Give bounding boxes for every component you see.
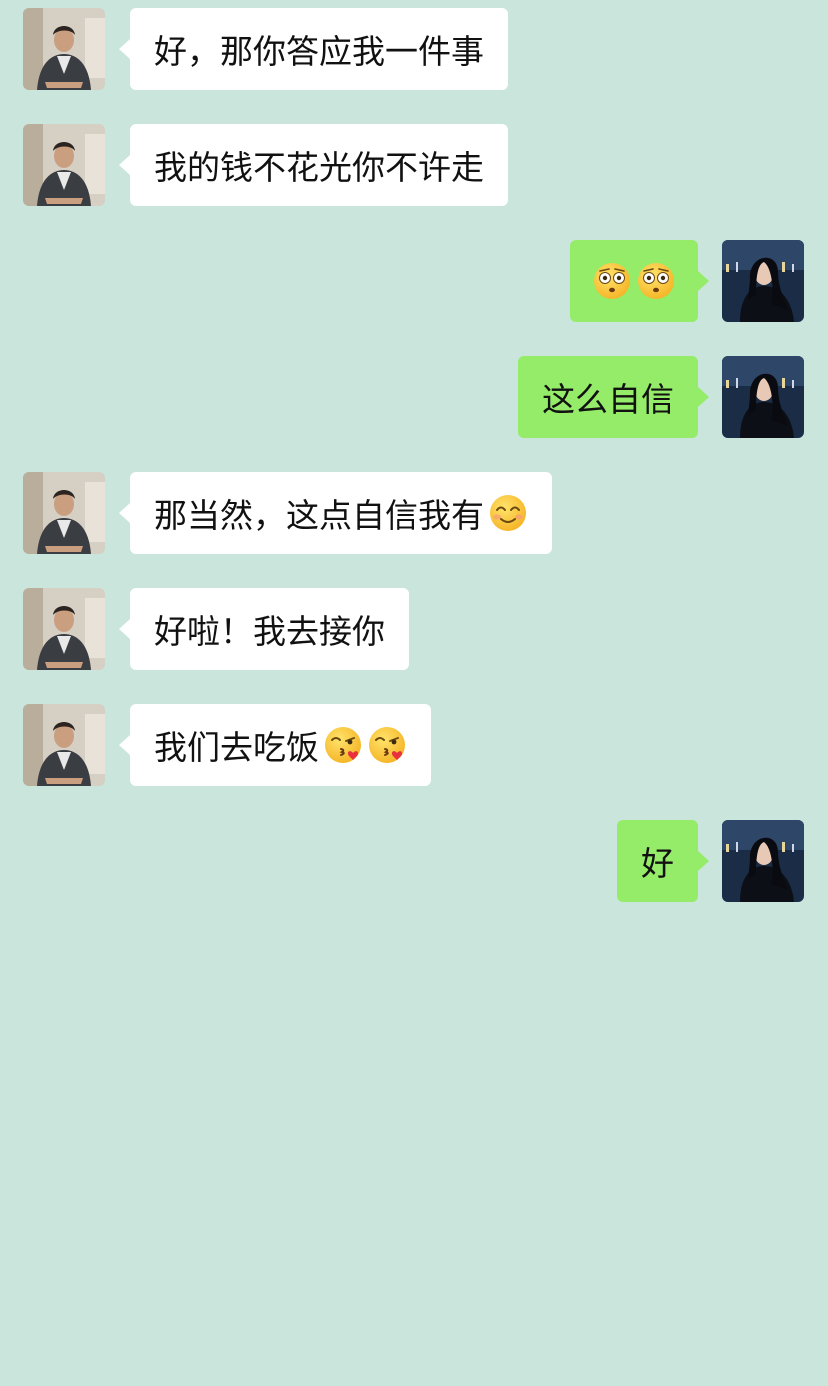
user-avatar[interactable] [722, 356, 804, 438]
message-row [0, 240, 828, 322]
message-bubble-incoming[interactable]: 我们去吃饭 [119, 704, 431, 786]
contact-avatar[interactable] [23, 588, 105, 670]
message-text: 好，那你答应我一件事 [154, 32, 484, 71]
message-row: 好 [0, 820, 828, 902]
message-text: 我的钱不花光你不许走 [154, 148, 484, 187]
message-bubble-incoming[interactable]: 那当然，这点自信我有 [119, 472, 552, 554]
smiling-face-icon [488, 493, 528, 533]
message-bubble-outgoing[interactable]: 这么自信 [518, 356, 709, 438]
message-bubble-incoming[interactable]: 我的钱不花光你不许走 [119, 124, 508, 206]
message-row: 好啦！我去接你 [0, 588, 828, 670]
message-bubble-incoming[interactable]: 好啦！我去接你 [119, 588, 409, 670]
contact-avatar[interactable] [23, 124, 105, 206]
contact-avatar[interactable] [23, 704, 105, 786]
user-avatar[interactable] [722, 240, 804, 322]
contact-avatar[interactable] [23, 472, 105, 554]
face-blowing-kiss-icon [367, 725, 407, 765]
message-row: 我的钱不花光你不许走 [0, 124, 828, 206]
user-avatar[interactable] [722, 820, 804, 902]
message-row: 我们去吃饭 [0, 704, 828, 786]
message-bubble-outgoing[interactable]: 好 [617, 820, 709, 902]
flushed-face-icon [592, 261, 632, 301]
face-blowing-kiss-icon [323, 725, 363, 765]
contact-avatar[interactable] [23, 8, 105, 90]
message-text: 我们去吃饭 [154, 728, 319, 767]
message-bubble-outgoing[interactable] [570, 240, 709, 322]
message-row: 那当然，这点自信我有 [0, 472, 828, 554]
flushed-face-icon [636, 261, 676, 301]
message-text: 好啦！我去接你 [154, 612, 385, 651]
message-text: 这么自信 [542, 380, 674, 419]
message-row: 这么自信 [0, 356, 828, 438]
message-row: 好，那你答应我一件事 [0, 8, 828, 90]
message-text: 那当然，这点自信我有 [154, 496, 484, 535]
message-bubble-incoming[interactable]: 好，那你答应我一件事 [119, 8, 508, 90]
message-text: 好 [641, 844, 674, 883]
